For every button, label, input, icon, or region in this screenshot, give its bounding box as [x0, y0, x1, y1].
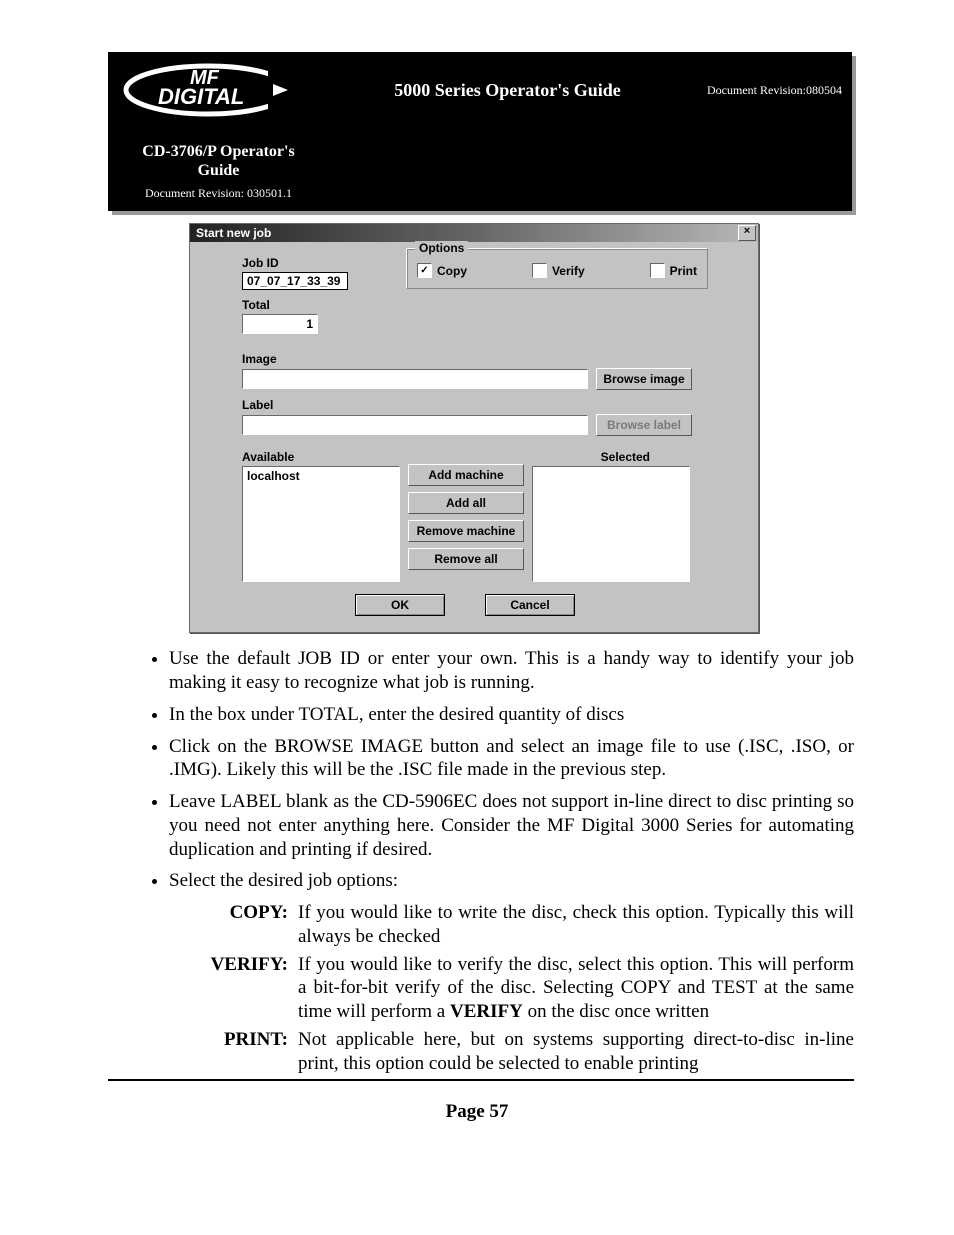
- doc-revision-main: Document Revision:080504: [707, 83, 852, 98]
- jobid-input[interactable]: [242, 272, 348, 290]
- verify-label: Verify: [552, 264, 585, 278]
- image-path-input[interactable]: [242, 369, 588, 389]
- bullet-item: Leave LABEL blank as the CD-5906EC does …: [169, 790, 854, 861]
- bullet-item: In the box under TOTAL, enter the desire…: [169, 703, 854, 727]
- verify-def-part2: on the disc once written: [523, 1001, 709, 1022]
- available-label: Available: [242, 450, 294, 464]
- label-path-input[interactable]: [242, 415, 588, 435]
- verify-term: VERIFY:: [200, 953, 298, 1024]
- start-new-job-dialog: Start new job × Job ID Total Options: [189, 223, 759, 633]
- print-definition: Not applicable here, but on systems supp…: [298, 1028, 854, 1076]
- bullet-item: Select the desired job options:: [169, 869, 854, 893]
- dialog-title: Start new job: [196, 226, 271, 240]
- horizontal-rule: [108, 1079, 854, 1081]
- ok-button[interactable]: OK: [355, 594, 445, 616]
- jobid-label: Job ID: [242, 256, 348, 270]
- remove-machine-button[interactable]: Remove machine: [408, 520, 524, 542]
- page-number: Page 57: [0, 1101, 954, 1123]
- close-icon[interactable]: ×: [738, 225, 756, 241]
- label-label: Label: [242, 398, 740, 412]
- checkbox-checked-icon: ✓: [417, 263, 432, 278]
- selected-listbox[interactable]: [532, 466, 690, 582]
- guide-title: 5000 Series Operator's Guide: [308, 80, 707, 101]
- copy-checkbox[interactable]: ✓ Copy: [417, 263, 467, 278]
- mf-digital-logo: MF DIGITAL: [108, 52, 308, 128]
- options-legend: Options: [415, 241, 468, 255]
- bullet-item: Use the default JOB ID or enter your own…: [169, 647, 854, 695]
- checkbox-icon: [650, 263, 665, 278]
- svg-text:DIGITAL: DIGITAL: [158, 84, 244, 109]
- total-input[interactable]: [242, 314, 318, 334]
- checkbox-icon: [532, 263, 547, 278]
- available-listbox[interactable]: localhost: [242, 466, 400, 582]
- print-checkbox[interactable]: Print: [650, 263, 697, 278]
- total-label: Total: [242, 298, 348, 312]
- copy-term: COPY:: [200, 901, 298, 949]
- browse-label-button: Browse label: [596, 414, 692, 436]
- doc-header: MF DIGITAL 5000 Series Operator's Guide …: [108, 52, 852, 211]
- verify-definition: If you would like to verify the disc, se…: [298, 953, 854, 1024]
- bullet-item: Click on the BROWSE IMAGE button and sel…: [169, 735, 854, 783]
- list-item[interactable]: localhost: [247, 469, 395, 483]
- instruction-text: Use the default JOB ID or enter your own…: [135, 647, 854, 893]
- verify-checkbox[interactable]: Verify: [532, 263, 585, 278]
- cancel-button[interactable]: Cancel: [485, 594, 575, 616]
- sub-guide-title: CD-3706/P Operator's Guide: [126, 142, 311, 180]
- option-definitions: COPY: If you would like to write the dis…: [200, 901, 854, 1075]
- selected-label: Selected: [601, 450, 650, 464]
- browse-image-button[interactable]: Browse image: [596, 368, 692, 390]
- print-term: PRINT:: [200, 1028, 298, 1076]
- copy-label: Copy: [437, 264, 467, 278]
- add-machine-button[interactable]: Add machine: [408, 464, 524, 486]
- remove-all-button[interactable]: Remove all: [408, 548, 524, 570]
- copy-definition: If you would like to write the disc, che…: [298, 901, 854, 949]
- doc-revision-sub: Document Revision: 030501.1: [126, 186, 311, 201]
- verify-bold: VERIFY: [450, 1001, 523, 1022]
- print-label: Print: [670, 264, 697, 278]
- options-group: Options ✓ Copy Verify: [406, 248, 708, 289]
- image-label: Image: [242, 352, 740, 366]
- add-all-button[interactable]: Add all: [408, 492, 524, 514]
- dialog-titlebar: Start new job ×: [190, 224, 758, 242]
